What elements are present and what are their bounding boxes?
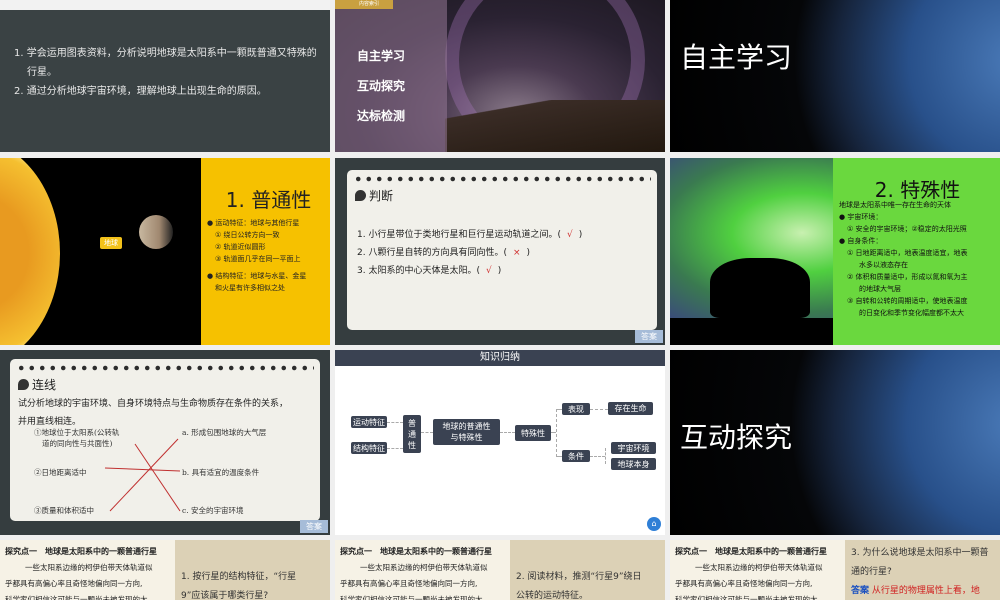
- line: ② 体积和质量适中，形成以氮和氧为主: [847, 273, 968, 281]
- slide-explore-q3[interactable]: 探究点一 地球是太阳系中的一颗普通行星一些太阳系边缘的柯伊伯带天体轨道似乎都具有…: [670, 540, 1000, 600]
- line: ① 绕日公转方向一致: [215, 231, 280, 239]
- question: 1. 按行星的结构特征，“行星: [181, 572, 297, 582]
- node-cond: 条件: [562, 450, 590, 462]
- slide-title: 1. 普通性: [225, 188, 312, 212]
- slide-commonality[interactable]: 地球 1. 普通性 ● 运动特征：地球与其他行星 ① 绕日公转方向一致 ② 轨道…: [0, 158, 330, 345]
- match-lines: [104, 438, 181, 512]
- slide-specialty[interactable]: 2. 特殊性 地球是太阳系中唯一存在生命的天体 ● 宇宙环境： ① 安全的宇宙环…: [670, 158, 1000, 345]
- objective-1: 1. 学会运用图表资料，分析说明地球是太阳系中一颗既普通又特殊的: [14, 48, 317, 59]
- line: ● 运动特征：地球与其他行星: [207, 219, 300, 227]
- line: ● 宇宙环境：: [839, 213, 883, 221]
- question-3: 3. 太阳系的中心天体是太阳。(√): [357, 266, 502, 276]
- sun-image: [0, 158, 60, 345]
- para: 一些太阳系边缘的柯伊伯带天体轨道似: [695, 563, 823, 572]
- slide-explore-q1[interactable]: 探究点一 地球是太阳系中的一颗普通行星一些太阳系边缘的柯伊伯带天体轨道似乎都具有…: [0, 540, 330, 600]
- mountain-image: [445, 100, 665, 152]
- para: 乎都具有高偏心率且奇怪地偏向同一方向,: [340, 579, 478, 588]
- grass-silhouette: [670, 318, 833, 345]
- slide-matching[interactable]: 连线 试分析地球的宇宙环境、自身环境特点与生命物质存在条件的关系， 并用直线相连…: [0, 350, 330, 535]
- para: 科学家们相信这可能与一颗尚未被发现的大: [675, 595, 818, 600]
- answer-button[interactable]: 答案: [635, 330, 663, 343]
- explore-heading: 探究点一 地球是太阳系中的一颗普通行星: [5, 547, 157, 556]
- answer-text: 从行星的物理属性上看，地: [871, 586, 980, 596]
- line: ● 结构特征：地球与水星、金星: [207, 272, 307, 280]
- para: 乎都具有高偏心率且奇怪地偏向同一方向,: [675, 579, 813, 588]
- line: 的地球大气层: [859, 285, 901, 293]
- line: 和火星有许多相似之处: [215, 284, 285, 292]
- answer-label: 答案: [851, 586, 870, 596]
- objective-1-cont: 行星。: [27, 67, 57, 78]
- line: ① 安全的宇宙环境；②稳定的太阳光照: [847, 225, 967, 233]
- jupiter-image: [139, 215, 173, 249]
- question: 9”应该属于哪类行星?: [181, 591, 269, 600]
- earth-label: 地球: [100, 237, 122, 249]
- summary-header: 知识归纳: [335, 350, 665, 366]
- node-special: 特殊性: [515, 425, 551, 441]
- menu-interactive[interactable]: 互动探究: [357, 71, 405, 101]
- question: 3. 为什么说地球是太阳系中一颗普: [851, 548, 989, 558]
- section-title: 互动探究: [680, 421, 793, 454]
- slide-content-index[interactable]: 内容索引 自主学习 互动探究 达标检测: [335, 0, 665, 152]
- question: 通的行星?: [851, 567, 892, 577]
- node-motion: 运动特征: [351, 416, 387, 428]
- line: ① 日地距离适中，地表温度适宜，地表: [847, 249, 968, 257]
- node-self: 地球本身: [611, 458, 656, 470]
- slide-title: 2. 特殊性: [874, 178, 961, 202]
- line: ② 轨道近似圆形: [215, 243, 266, 251]
- menu-assessment[interactable]: 达标检测: [357, 101, 405, 131]
- home-icon[interactable]: ⌂: [647, 517, 661, 531]
- node-center-l2: 与特殊性: [450, 433, 483, 442]
- line: 水多以液态存在: [859, 261, 908, 269]
- para: 一些太阳系边缘的柯伊伯带天体轨道似: [360, 563, 488, 572]
- explore-heading: 探究点一 地球是太阳系中的一颗普通行星: [675, 547, 827, 556]
- para: 科学家们相信这可能与一颗尚未被发现的大: [340, 595, 483, 600]
- node-structure: 结构特征: [351, 442, 387, 454]
- slide-interactive[interactable]: 互动探究: [670, 350, 1000, 535]
- slide-knowledge-summary[interactable]: 知识归纳 运动特征 结构特征 普通性 地球的普通性 与特殊性 特殊性 表现 存在生…: [335, 350, 665, 535]
- node-center-l1: 地球的普通性: [442, 422, 491, 431]
- slide-self-study[interactable]: 自主学习: [670, 0, 1000, 152]
- answer-button[interactable]: 答案: [300, 520, 328, 533]
- lightbulb-icon: [355, 190, 366, 201]
- section-title: 判断: [369, 189, 394, 203]
- line: ③ 自转和公转的周期适中，使地表温度: [847, 297, 968, 305]
- section-title: 自主学习: [680, 41, 793, 74]
- objectives-list: 1. 学会运用图表资料，分析说明地球是太阳系中一颗既普通又特殊的 行星。 2. …: [14, 44, 317, 101]
- explore-heading: 探究点一 地球是太阳系中的一颗普通行星: [340, 547, 492, 556]
- question-1: 1. 小行星带位于类地行星和巨行星运动轨道之间。(√): [357, 230, 583, 240]
- question-2: 2. 八颗行星自转的方向具有同向性。(×): [357, 248, 531, 258]
- node-show: 表现: [562, 403, 590, 415]
- line: ● 自身条件：: [839, 237, 883, 245]
- index-badge: 内容索引: [335, 0, 393, 9]
- para: 乎都具有高偏心率且奇怪地偏向同一方向,: [5, 579, 143, 588]
- node-cosmic: 宇宙环境: [611, 442, 656, 454]
- slide-judgment[interactable]: 判断 1. 小行星带位于类地行星和巨行星运动轨道之间。(√) 2. 八颗行星自转…: [335, 158, 665, 345]
- notebook-rings: [353, 173, 651, 185]
- line: ③ 轨道面几乎在同一平面上: [215, 255, 301, 263]
- slide-objectives[interactable]: 1. 学会运用图表资料，分析说明地球是太阳系中一颗既普通又特殊的 行星。 2. …: [0, 0, 330, 152]
- line: 地球是太阳系中唯一存在生命的天体: [839, 201, 951, 209]
- reindeer-silhouette: [710, 258, 810, 318]
- slide-header-strip: [0, 0, 330, 10]
- slide-explore-q2[interactable]: 探究点一 地球是太阳系中的一颗普通行星一些太阳系边缘的柯伊伯带天体轨道似乎都具有…: [335, 540, 665, 600]
- para: 一些太阳系边缘的柯伊伯带天体轨道似: [25, 563, 153, 572]
- question: 公转的运动特征。: [516, 591, 589, 600]
- question: 2. 阅读材料，推测“行星9”绕日: [516, 572, 642, 582]
- node-life: 存在生命: [608, 402, 653, 415]
- objective-2: 2. 通过分析地球宇宙环境，理解地球上出现生命的原因。: [14, 86, 267, 97]
- menu-self-study[interactable]: 自主学习: [357, 41, 405, 71]
- line: 的日变化和季节变化幅度都不太大: [859, 309, 964, 317]
- para: 科学家们相信这可能与一颗尚未被发现的大: [5, 595, 148, 600]
- node-common: 普通性: [403, 415, 421, 453]
